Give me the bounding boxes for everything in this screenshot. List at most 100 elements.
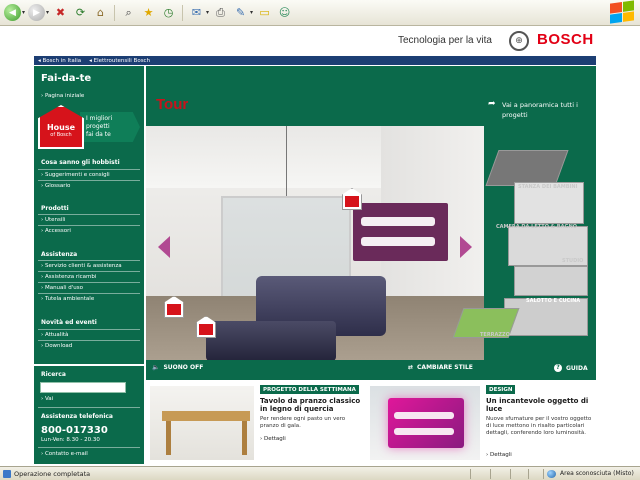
breadcrumb-item-elettroutensili[interactable]: ◂ Elettroutensili Bosch (89, 58, 150, 64)
sidebar-item-servizio-clienti[interactable]: › Servizio clienti & assistenza (41, 263, 122, 269)
edit-icon[interactable]: ✎ (232, 4, 249, 21)
change-style-button[interactable]: ⇄ CAMBIARE STILE (408, 364, 473, 371)
model-roof (485, 150, 569, 186)
project-marker-icon[interactable] (342, 188, 362, 210)
bosch-logo[interactable]: BOSCH (537, 31, 594, 48)
room-label-kids[interactable]: STANZA DEI BAMBINI (518, 184, 577, 190)
design-details-link[interactable]: › Dettagli (486, 452, 512, 458)
page-header: Tecnologia per la vita ⊕ BOSCH (0, 26, 640, 56)
home-icon[interactable]: ⌂ (92, 4, 109, 21)
bosch-armature-icon: ⊕ (509, 31, 529, 51)
panorama-link[interactable]: ➦ Vai a panoramica tutti i progetti (488, 99, 588, 120)
week-project-details-link[interactable]: › Dettagli (260, 436, 286, 442)
sidebar-divider (38, 447, 140, 448)
sidebar-divider (38, 407, 140, 408)
edit-dropdown-icon[interactable]: ▾ (250, 9, 253, 16)
featured-strip: PROGETTO DELLA SETTIMANA Tavolo da pranz… (146, 380, 596, 464)
back-icon[interactable]: ◀ (4, 4, 21, 21)
history-icon[interactable]: ◷ (160, 4, 177, 21)
sidebar-section-hobbisti: Cosa sanno gli hobbisti (41, 159, 120, 166)
speaker-icon: 🔈 (152, 364, 160, 371)
discuss-icon[interactable]: ▭ (256, 4, 273, 21)
print-icon[interactable]: ⎙ (212, 4, 229, 21)
sound-toggle[interactable]: 🔈 SUONO OFF (152, 364, 203, 371)
sidebar-item-download[interactable]: › Download (41, 343, 72, 349)
sidebar-item-home[interactable]: › Pagina iniziale (41, 93, 84, 99)
phone-number: 800-017330 (41, 425, 108, 436)
search-input[interactable] (40, 382, 126, 393)
room-label-living[interactable]: SALOTTO E CUCINA (526, 298, 580, 304)
messenger-icon[interactable]: ☺ (276, 4, 293, 21)
room-view[interactable] (146, 126, 484, 378)
sidebar-item-attualita[interactable]: › Attualità (41, 332, 68, 338)
mail-dropdown-icon[interactable]: ▾ (206, 9, 209, 16)
guide-button[interactable]: ? GUIDA (554, 364, 588, 372)
contact-email-link[interactable]: › Contatto e-mail (41, 451, 88, 457)
toolbar-separator (182, 4, 184, 21)
brand-tagline: Tecnologia per la vita (398, 35, 492, 46)
sidebar-item-accessori[interactable]: › Accessori (41, 228, 71, 234)
sidebar-divider (38, 293, 140, 294)
page-done-icon (3, 470, 11, 478)
tour-controls: 🔈 SUONO OFF ⇄ CAMBIARE STILE ? GUIDA (146, 360, 596, 378)
internet-zone-icon (547, 470, 556, 478)
stop-icon[interactable]: ✖ (52, 4, 69, 21)
house-of-bosch-logo[interactable]: House of Bosch (38, 105, 84, 149)
next-view-arrow-icon[interactable] (460, 236, 472, 258)
refresh-icon[interactable]: ⟳ (72, 4, 89, 21)
search-title: Ricerca (41, 371, 66, 378)
sidebar-item-glossario[interactable]: › Glossario (41, 183, 70, 189)
sidebar: Fai-da-te › Pagina iniziale House of Bos… (34, 66, 144, 464)
prev-view-arrow-icon[interactable] (158, 236, 170, 258)
help-icon: ? (554, 364, 562, 372)
sidebar-divider (38, 271, 140, 272)
sidebar-item-manuali[interactable]: › Manuali d'uso (41, 285, 83, 291)
room-label-studio[interactable]: STUDIO (562, 258, 583, 264)
breadcrumb-item-bosch-italia[interactable]: ◂ Bosch in Italia (38, 58, 81, 64)
search-icon[interactable]: ⌕ (120, 4, 137, 21)
sidebar-divider (38, 329, 140, 330)
design-title[interactable]: Un incantevole oggetto di luce (486, 397, 592, 413)
sidebar-item-tutela[interactable]: › Tutela ambientale (41, 296, 94, 302)
status-text: Operazione completata (14, 470, 91, 478)
house-model[interactable]: STANZA DEI BAMBINI CAMERA DA LETTO & BAG… (452, 126, 596, 360)
share-arrow-icon: ➦ (488, 99, 496, 109)
model-floor-studio[interactable] (514, 266, 588, 296)
house-of-bosch-text[interactable]: I migliori progetti fai da te (86, 115, 112, 139)
sidebar-item-suggerimenti[interactable]: › Suggerimenti e consigli (41, 172, 110, 178)
week-project-title[interactable]: Tavolo da pranzo classico in legno di qu… (260, 397, 364, 413)
room-label-terrace[interactable]: TERRAZZO (480, 332, 510, 338)
back-dropdown-icon[interactable]: ▾ (22, 9, 25, 16)
sidebar-section-prodotti: Prodotti (41, 205, 69, 212)
forward-icon[interactable]: ▶ (28, 4, 46, 21)
week-project-tag: PROGETTO DELLA SETTIMANA (260, 385, 359, 394)
armchair (206, 321, 336, 361)
browser-statusbar: Operazione completata Area sconosciuta (… (0, 466, 640, 480)
browser-toolbar: ◀ ▾ ▶ ▾ ✖ ⟳ ⌂ ⌕ ★ ◷ ✉ ▾ ⎙ ✎ ▾ ▭ ☺ (0, 0, 640, 26)
design-body: Nuove sfumature per il vostro oggetto di… (486, 416, 592, 436)
sidebar-section-assistenza: Assistenza (41, 251, 78, 258)
sidebar-section-novita: Novità ed eventi (41, 319, 97, 326)
radiator-image[interactable] (370, 386, 480, 460)
purple-radiator (353, 203, 448, 261)
sidebar-title: Fai-da-te (41, 73, 92, 84)
toolbar-separator (114, 4, 116, 21)
phone-title: Assistenza telefonica (41, 413, 113, 420)
sidebar-item-utensili[interactable]: › Utensili (41, 217, 65, 223)
search-go-button[interactable]: › Vai (41, 396, 53, 402)
room-label-bedroom[interactable]: CAMERA DA LETTO & BAGNO (496, 224, 577, 230)
sidebar-item-ricambi[interactable]: › Assistenza ricambi (41, 274, 96, 280)
tour-title: Tour (156, 96, 189, 113)
table-image[interactable] (150, 386, 254, 460)
favorites-icon[interactable]: ★ (140, 4, 157, 21)
pendant-lamp (286, 126, 287, 196)
sidebar-divider (34, 364, 144, 366)
zone-text: Area sconosciuta (Misto) (560, 470, 634, 477)
windows-logo-icon (610, 0, 634, 24)
phone-hours: Lun-Ven: 8.30 - 20.30 (41, 437, 100, 443)
mail-icon[interactable]: ✉ (188, 4, 205, 21)
sidebar-divider (38, 214, 140, 215)
forward-dropdown-icon[interactable]: ▾ (46, 9, 49, 16)
sidebar-divider (38, 225, 140, 226)
sidebar-divider (38, 340, 140, 341)
